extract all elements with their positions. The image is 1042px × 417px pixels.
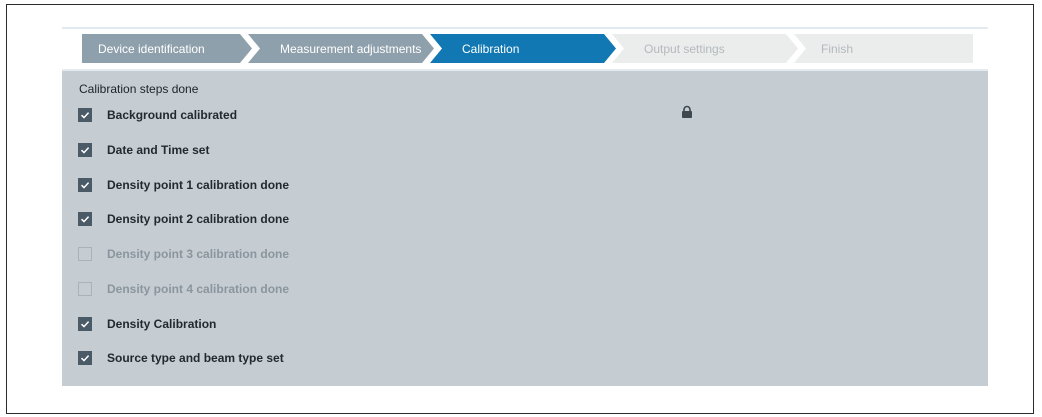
checklist-item-label: Background calibrated	[107, 108, 238, 122]
checkbox[interactable]	[78, 143, 92, 157]
checkmark-icon	[80, 355, 90, 362]
checklist-item-label: Date and Time set	[107, 143, 210, 157]
checklist-item-label: Density point 2 calibration done	[107, 212, 290, 226]
checkmark-icon	[80, 182, 90, 189]
checklist-item-label: Source type and beam type set	[107, 351, 284, 365]
checkbox[interactable]	[78, 351, 92, 365]
checklist-item-source-beam-type: Source type and beam type set	[78, 348, 284, 368]
checkmark-icon	[80, 216, 90, 223]
checklist-item-date-time-set: Date and Time set	[78, 140, 209, 160]
wizard-step-finish: Finish	[794, 34, 973, 63]
wizard-step-label: Calibration	[462, 41, 520, 56]
checkbox[interactable]	[78, 247, 92, 261]
wizard-step-calibration[interactable]: Calibration	[430, 34, 616, 63]
checkmark-icon	[80, 321, 90, 328]
checkmark-icon	[80, 112, 90, 119]
wizard-step-measurement-adjustments[interactable]: Measurement adjustments	[248, 34, 434, 63]
checkbox[interactable]	[78, 212, 92, 226]
checklist-item-label: Density point 1 calibration done	[107, 178, 290, 192]
checklist-item-background-calibrated: Background calibrated	[78, 105, 237, 125]
wizard-step-label: Measurement adjustments	[280, 41, 422, 56]
wizard-step-label: Output settings	[644, 41, 725, 56]
wizard-step-device-identification[interactable]: Device identification	[82, 34, 252, 63]
checklist-item-label: Density point 4 calibration done	[107, 282, 290, 296]
panel-title: Calibration steps done	[79, 82, 199, 96]
checklist-item-density-point-3: Density point 3 calibration done	[78, 244, 289, 264]
checkbox[interactable]	[78, 317, 92, 331]
checklist-item-density-point-2: Density point 2 calibration done	[78, 209, 289, 229]
checkbox[interactable]	[78, 282, 92, 296]
checklist-item-density-point-4: Density point 4 calibration done	[78, 279, 289, 299]
lock-icon	[682, 105, 692, 118]
wizard-step-output-settings: Output settings	[612, 34, 798, 63]
checkbox[interactable]	[78, 108, 92, 122]
checklist-item-label: Density Calibration	[107, 317, 217, 331]
checkmark-icon	[80, 147, 90, 154]
calibration-steps-panel: Calibration steps done Background calibr…	[62, 69, 988, 386]
wizard-progress-bar: Device identification Measurement adjust…	[62, 29, 988, 69]
checklist-item-density-point-1: Density point 1 calibration done	[78, 175, 289, 195]
checklist-item-density-calibration: Density Calibration	[78, 314, 216, 334]
wizard-step-label: Finish	[821, 41, 854, 56]
checklist-item-label: Density point 3 calibration done	[107, 247, 290, 261]
wizard-step-label: Device identification	[98, 41, 205, 56]
checkbox[interactable]	[78, 178, 92, 192]
